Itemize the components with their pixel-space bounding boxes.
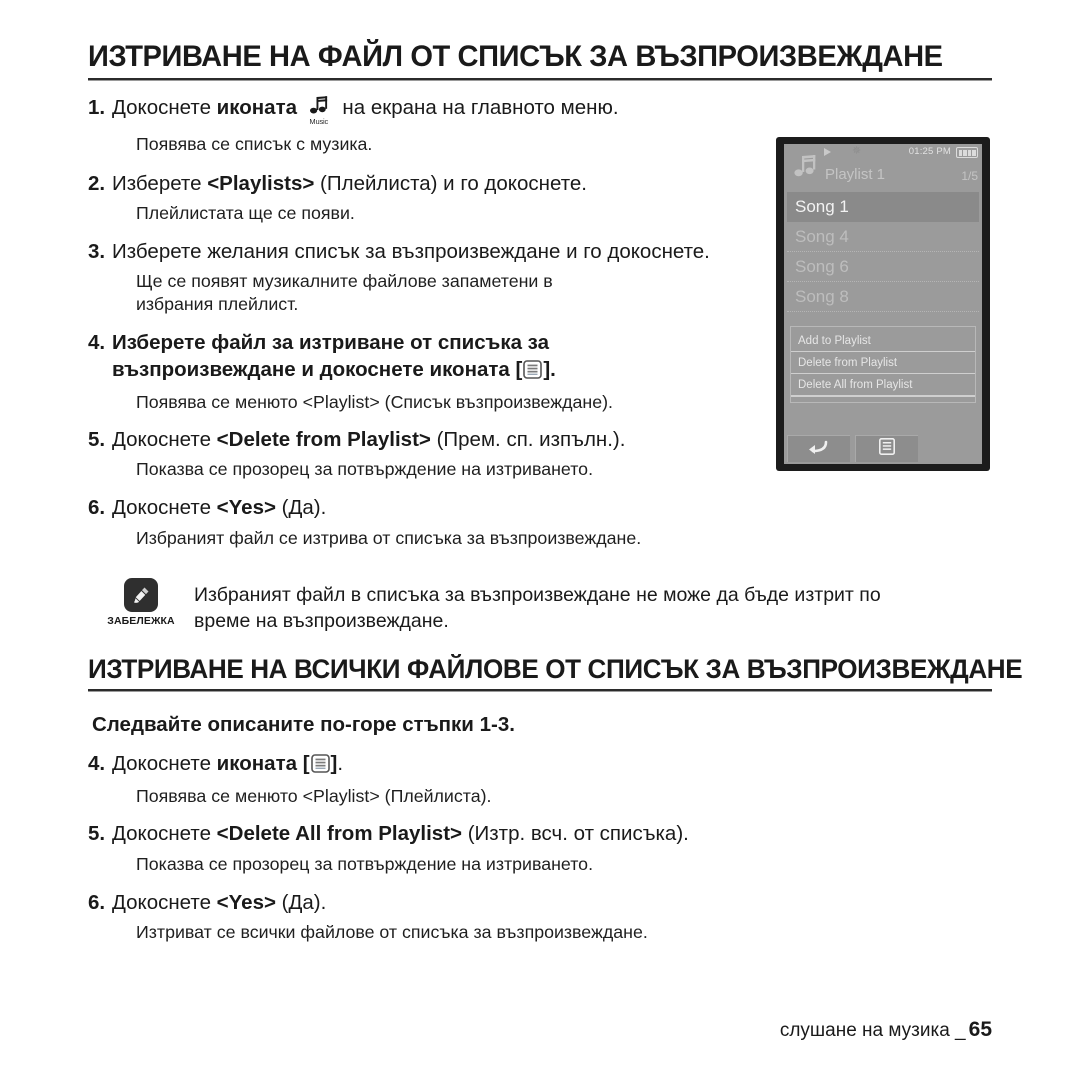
play-icon (824, 148, 831, 156)
step-number: 4. (88, 331, 106, 355)
step-number: 3. (88, 239, 106, 263)
page-number: 65 (968, 1018, 992, 1041)
playlist-title: Playlist 1 (825, 166, 886, 183)
step-subtext: Изтриват се всички файлове от списъка за… (136, 922, 648, 942)
list-item[interactable]: Song 8 (787, 282, 979, 312)
step-number: 5. (88, 428, 106, 452)
playlist-count: 1/5 (961, 169, 978, 183)
step-subtext: Избраният файл се изтрива от списъка за … (136, 527, 642, 548)
section-heading-delete-file: ИЗТРИВАНЕ НА ФАЙЛ ОТ СПИСЪК ЗА ВЪЗПРОИЗВ… (88, 40, 943, 73)
footer-chapter: слушане на музика _ (779, 1020, 966, 1041)
step-text: Докоснете иконата [ ]. Появява се менюто… (112, 751, 992, 808)
list-menu-icon (310, 754, 330, 780)
step-subtext: Показва се прозорец за потвърждение на и… (136, 853, 594, 874)
step-lead: Докоснете (112, 496, 211, 520)
list-item[interactable]: Song 6 (787, 252, 979, 282)
step-number: 6. (88, 890, 106, 914)
step-subtext: Появява се менюто <Playlist> (Плейлиста)… (136, 786, 492, 807)
heading-rule (88, 77, 992, 81)
step-bold-term: <Delete from Playlist> (216, 428, 431, 452)
step-lead: Докоснете (112, 752, 211, 776)
note-marker: ЗАБЕЛЕЖКА (88, 576, 194, 627)
menu-item-delete-from-playlist[interactable]: Delete from Playlist (791, 352, 975, 374)
device-title-bar: Playlist 1 1/5 (784, 155, 982, 192)
step-item: 4. Докоснете иконата [ ]. Появява се мен… (88, 751, 992, 808)
step-bold-term: <Playlists> (207, 171, 315, 195)
step-line2-text: възпроизвеждане и докоснете (112, 357, 424, 381)
step-lead: Докоснете (112, 95, 211, 119)
note-pencil-icon (124, 577, 158, 612)
steps-list-section2: Следвайте описаните по-горе стъпки 1-3. … (88, 712, 992, 944)
step-trailing-text: (Да). (281, 496, 327, 520)
bluetooth-icon: ✵ (852, 145, 862, 157)
step-bold-term: <Yes> (216, 496, 276, 520)
step-trailing-text: (Да). (281, 890, 327, 914)
step-bold-term: <Yes> (216, 890, 276, 914)
note-label: ЗАБЕЛЕЖКА (107, 614, 175, 627)
song-label: Song 8 (795, 286, 849, 306)
step-lead: Докоснете (112, 428, 211, 452)
section2-intro: Следвайте описаните по-горе стъпки 1-3. (92, 712, 992, 738)
step-item: 6. Докоснете <Yes> (Да). Изтриват се вси… (88, 890, 992, 944)
step-lead: Изберете (112, 171, 202, 195)
list-menu-icon (523, 359, 543, 386)
intro-text: Следвайте описаните по-горе стъпки 1-3. (92, 712, 515, 736)
page-footer: слушане на музика _ 65 (780, 1018, 992, 1042)
step-trailing-text: (Изтр. всч. от списъка). (467, 822, 689, 846)
step-trailing-text: на екрана на главното меню. (342, 95, 619, 119)
song-label: Song 1 (795, 196, 849, 216)
music-note-icon (786, 150, 822, 191)
step-number: 6. (88, 496, 106, 520)
note-text: Избраният файл в списъка за възпроизвежд… (194, 576, 992, 634)
device-screenshot: ✵ 01:25 PM Playlist 1 1/5 Song 1 Song 4 … (776, 137, 990, 471)
step-bold-word: иконата (429, 357, 510, 381)
manual-page: ИЗТРИВАНЕ НА ФАЙЛ ОТ СПИСЪК ЗА ВЪЗПРОИЗВ… (0, 0, 1080, 1080)
step-text: Докоснете <Delete All from Playlist> (Из… (112, 821, 992, 875)
music-note-icon: Music (308, 95, 330, 126)
step-lead: Докоснете (112, 822, 211, 846)
step-bold-term: <Delete All from Playlist> (216, 822, 463, 846)
list-item[interactable]: Song 1 (787, 192, 979, 222)
step-trailing-text: (Прем. сп. изпълн.). (436, 428, 626, 452)
step-trailing-text: (Плейлиста) и го докоснете. (320, 171, 587, 195)
step-lead: Докоснете (112, 890, 211, 914)
note-line-1: Избраният файл в списъка за възпроизвежд… (194, 583, 881, 606)
back-button[interactable] (787, 435, 850, 462)
list-item[interactable]: Song 4 (787, 222, 979, 252)
step-text: Докоснете <Yes> (Да). Изтриват се всички… (112, 890, 992, 944)
note-callout: ЗАБЕЛЕЖКА Избраният файл в списъка за въ… (88, 576, 992, 634)
device-softkeys (784, 435, 982, 464)
song-label: Song 6 (795, 256, 849, 276)
step-number: 4. (88, 752, 106, 776)
note-line-2: време на възпроизвеждане. (194, 609, 449, 632)
step-text: Докоснете <Yes> (Да). Избраният файл се … (112, 495, 992, 549)
step-bold-word: иконата (216, 95, 298, 119)
status-time: 01:25 PM (908, 146, 951, 157)
step-main-text: Изберете желания списък за възпроизвежда… (112, 239, 710, 263)
list-menu-icon (879, 438, 895, 460)
song-list: Song 1 Song 4 Song 6 Song 8 (784, 192, 982, 312)
menu-button[interactable] (855, 435, 918, 462)
step-number: 5. (88, 822, 106, 846)
menu-item-delete-all-from-playlist[interactable]: Delete All from Playlist (791, 374, 975, 397)
step-item: 6. Докоснете <Yes> (Да). Избраният файл … (88, 495, 992, 549)
battery-full-icon (956, 147, 978, 158)
section-heading-delete-all: ИЗТРИВАНЕ НА ВСИЧКИ ФАЙЛОВЕ ОТ СПИСЪК ЗА… (88, 654, 1023, 684)
playlist-context-menu: Add to Playlist Delete from Playlist Del… (790, 326, 976, 403)
heading-rule-2 (88, 688, 992, 692)
menu-item-add-to-playlist[interactable]: Add to Playlist (791, 330, 975, 352)
step-number: 1. (88, 95, 106, 119)
step-bold-word: иконата (216, 752, 298, 776)
back-arrow-icon (808, 439, 830, 460)
device-screen: ✵ 01:25 PM Playlist 1 1/5 Song 1 Song 4 … (784, 144, 982, 464)
music-icon-caption: Music (309, 116, 329, 126)
step-number: 2. (88, 171, 106, 195)
song-label: Song 4 (795, 226, 849, 246)
step-item: 5. Докоснете <Delete All from Playlist> … (88, 821, 992, 875)
